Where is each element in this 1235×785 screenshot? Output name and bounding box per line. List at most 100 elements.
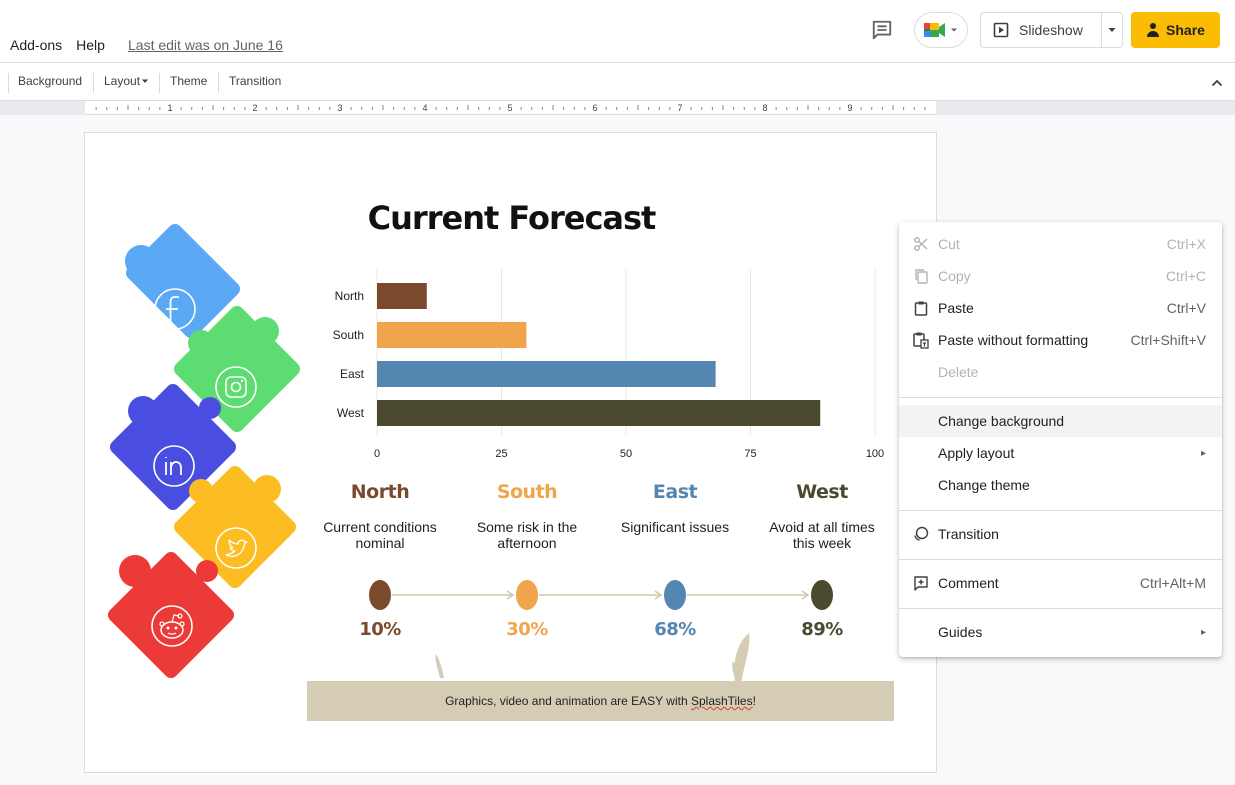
- last-edit-link[interactable]: Last edit was on June 16: [128, 37, 283, 53]
- chart-bar-east[interactable]: [377, 361, 716, 387]
- x-tick-label: 25: [495, 448, 507, 460]
- copy-icon: [912, 267, 930, 285]
- context-menu-divider: [899, 559, 1222, 560]
- slide-toolbar: Background Layout Theme Transition: [0, 62, 1235, 101]
- toolbar-theme-button[interactable]: Theme: [170, 74, 207, 88]
- toolbar-transition-button[interactable]: Transition: [229, 74, 281, 88]
- region-description-line: nominal: [355, 535, 405, 551]
- slideshow-button[interactable]: Slideshow: [981, 13, 1102, 47]
- context-menu-label: Transition: [938, 526, 999, 542]
- context-menu-shortcut: Ctrl+Shift+V: [1130, 332, 1206, 348]
- context-menu-change-theme[interactable]: Change theme: [899, 469, 1222, 501]
- paste-plain-icon: [912, 331, 930, 349]
- menu-addons[interactable]: Add-ons: [10, 37, 62, 53]
- toolbar-layout-button[interactable]: Layout: [104, 74, 149, 88]
- timeline-marker-east: [664, 580, 686, 610]
- context-menu-change-background[interactable]: Change background: [899, 405, 1222, 437]
- banner-text: Graphics, video and animation are EASY w…: [445, 694, 756, 708]
- context-menu-divider: [899, 608, 1222, 609]
- promo-banner[interactable]: Graphics, video and animation are EASY w…: [307, 681, 894, 721]
- header-bar: Add-ons Help Last edit was on June 16 Sl…: [0, 0, 1235, 62]
- region-description-line: Significant issues: [620, 519, 730, 535]
- share-button[interactable]: Share: [1131, 12, 1220, 48]
- context-menu-paste[interactable]: Paste Ctrl+V: [899, 292, 1222, 324]
- ruler-number: 2: [252, 103, 257, 113]
- collapse-toolbar-button[interactable]: [1206, 72, 1228, 94]
- x-tick-label: 50: [620, 448, 632, 460]
- submenu-arrow-icon: ▸: [1200, 447, 1206, 459]
- meet-button[interactable]: [914, 12, 968, 48]
- slideshow-label: Slideshow: [1019, 22, 1083, 38]
- context-menu-label: Comment: [938, 575, 999, 591]
- y-category-label: North: [335, 289, 364, 303]
- context-menu-label: Change theme: [938, 477, 1030, 493]
- context-menu-apply-layout[interactable]: Apply layout ▸: [899, 437, 1222, 469]
- region-name-east: East: [652, 481, 698, 503]
- context-menu-cut: Cut Ctrl+X: [899, 228, 1222, 260]
- menu-bar: Add-ons Help: [10, 37, 105, 53]
- toolbar-divider: [93, 73, 94, 93]
- timeline-marker-north: [369, 580, 391, 610]
- play-icon: [993, 22, 1009, 38]
- comment-icon: [872, 20, 892, 40]
- region-name-west: West: [796, 481, 848, 503]
- ruler-number: 7: [677, 103, 682, 113]
- context-menu-shortcut: Ctrl+C: [1165, 268, 1206, 284]
- context-menu-transition[interactable]: Transition: [899, 518, 1222, 550]
- region-description-line: afternoon: [497, 535, 557, 551]
- context-menu-label: Change background: [938, 413, 1065, 429]
- context-menu-label: Cut: [938, 236, 960, 252]
- context-menu-comment[interactable]: Comment Ctrl+Alt+M: [899, 567, 1222, 599]
- toolbar-background-button[interactable]: Background: [18, 74, 82, 88]
- grass-decoration: [435, 633, 750, 683]
- app: Add-ons Help Last edit was on June 16 Sl…: [0, 0, 1235, 785]
- context-menu-label: Paste: [938, 300, 974, 316]
- forecast-bar-chart[interactable]: 0 25 50 75 100 North South East West: [307, 269, 897, 469]
- ruler-number: 4: [422, 103, 427, 113]
- banner-prefix: Graphics, video and animation are EASY w…: [445, 694, 691, 708]
- region-name-south: South: [496, 481, 558, 503]
- comment-history-button[interactable]: [866, 14, 898, 46]
- chevron-up-icon: [1211, 79, 1223, 87]
- meet-icon: [924, 23, 945, 37]
- ruler-ticks: 1 2 3 4 5 6 7 8 9: [95, 103, 926, 113]
- facebook-puzzle-piece: [125, 224, 240, 338]
- timeline-marker-west: [811, 580, 833, 610]
- chart-bar-west[interactable]: [377, 400, 821, 426]
- chart-bar-south[interactable]: [377, 322, 527, 348]
- y-category-label: South: [333, 328, 364, 342]
- context-menu-copy: Copy Ctrl+C: [899, 260, 1222, 292]
- menu-help[interactable]: Help: [76, 37, 105, 53]
- slideshow-options-dropdown[interactable]: [1102, 13, 1122, 47]
- transition-icon: [912, 525, 930, 543]
- person-lock-icon: [1147, 23, 1160, 37]
- context-menu: Cut Ctrl+X Copy Ctrl+C Paste Ctrl+V Paste with…: [899, 222, 1222, 657]
- context-menu-shortcut: Ctrl+V: [1166, 300, 1206, 316]
- region-description: Significant issues: [605, 519, 745, 535]
- add-comment-icon: [912, 574, 930, 592]
- context-menu-guides[interactable]: Guides ▸: [899, 616, 1222, 648]
- chart-bar-north[interactable]: [377, 283, 427, 309]
- horizontal-ruler[interactable]: 1 2 3 4 5 6 7 8 9: [85, 101, 936, 115]
- banner-brand: SplashTiles: [690, 694, 753, 708]
- caret-down-icon: [1108, 28, 1116, 32]
- context-menu-label: Apply layout: [938, 445, 1015, 461]
- scissors-icon: [912, 235, 930, 253]
- region-description-line: Current conditions: [323, 519, 437, 535]
- context-menu-label: Copy: [938, 268, 971, 284]
- slideshow-button-group: Slideshow: [980, 12, 1123, 48]
- region-description: Some risk in the afternoon: [457, 519, 597, 551]
- context-menu-paste-without-formatting[interactable]: Paste without formatting Ctrl+Shift+V: [899, 324, 1222, 356]
- region-description-line: Some risk in the: [476, 519, 578, 535]
- toolbar-divider: [159, 73, 160, 93]
- context-menu-label: Guides: [938, 624, 983, 640]
- region-description: Current conditions nominal: [310, 519, 450, 551]
- y-category-label: West: [337, 406, 365, 420]
- paste-icon: [912, 299, 930, 317]
- toolbar-layout-label: Layout: [104, 74, 141, 88]
- ruler-number: 6: [592, 103, 597, 113]
- slide-canvas[interactable]: Current Forecast 0 25 50 75 100 North So…: [84, 132, 937, 773]
- x-tick-label: 75: [744, 448, 756, 460]
- share-label: Share: [1166, 22, 1205, 38]
- x-tick-label: 0: [374, 448, 380, 460]
